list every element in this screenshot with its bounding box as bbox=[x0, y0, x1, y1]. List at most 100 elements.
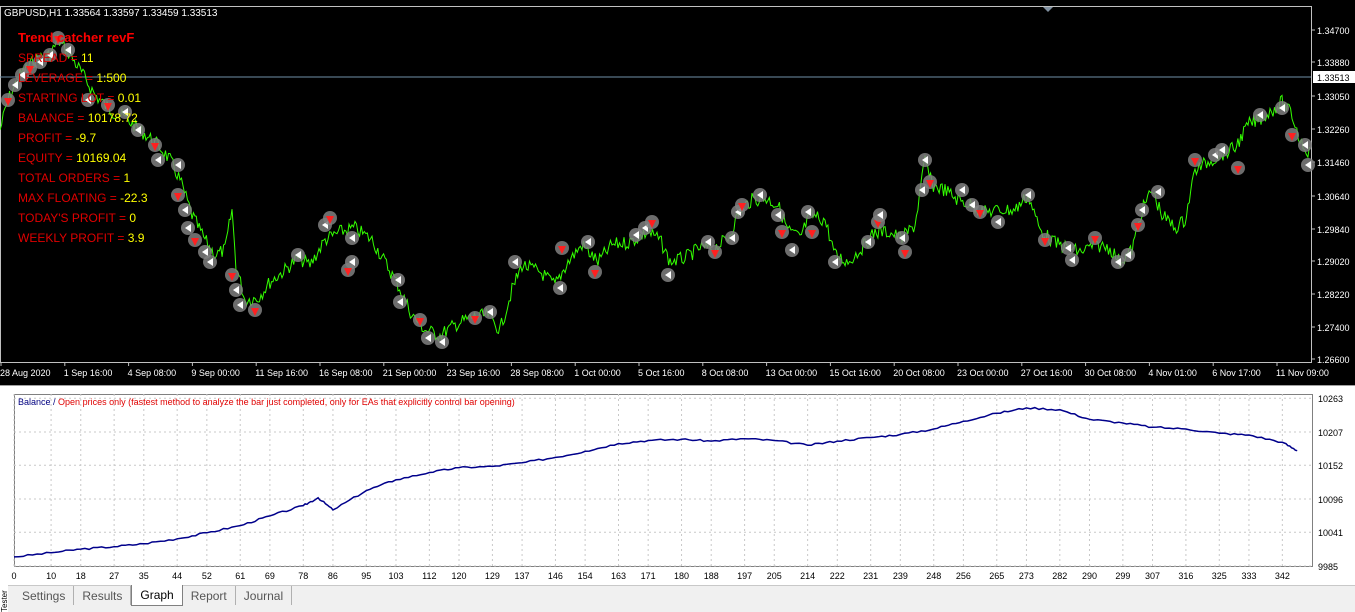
trade-marker bbox=[955, 183, 969, 197]
trade-marker bbox=[229, 283, 243, 297]
trade-marker bbox=[391, 273, 405, 287]
graph-x-label: 146 bbox=[548, 571, 563, 581]
graph-x-label: 188 bbox=[704, 571, 719, 581]
graph-x-label: 248 bbox=[926, 571, 941, 581]
trade-marker bbox=[973, 205, 987, 219]
graph-x-label: 282 bbox=[1052, 571, 1067, 581]
graph-x-label: 44 bbox=[172, 571, 182, 581]
graph-x-label: 333 bbox=[1241, 571, 1256, 581]
trade-marker bbox=[421, 331, 435, 345]
graph-x-label: 180 bbox=[674, 571, 689, 581]
price-axis-label: 1.29840 bbox=[1317, 225, 1350, 235]
trade-marker bbox=[735, 198, 749, 212]
trade-marker bbox=[785, 243, 799, 257]
stat-spread: SPREAD = 11 bbox=[18, 51, 94, 65]
graph-x-label: 18 bbox=[76, 571, 86, 581]
trade-marker bbox=[178, 203, 192, 217]
tab-results[interactable]: Results bbox=[74, 586, 132, 605]
graph-x-label: 86 bbox=[328, 571, 338, 581]
price-chart-canvas[interactable]: 1.34700 1.33880 1.33513 1.33050 1.32260 1.314… bbox=[0, 0, 1355, 385]
graph-x-label: 129 bbox=[485, 571, 500, 581]
graph-x-label: 256 bbox=[956, 571, 971, 581]
trade-marker bbox=[393, 295, 407, 309]
trade-marker bbox=[171, 158, 185, 172]
time-axis-label: 6 Nov 17:00 bbox=[1212, 368, 1261, 378]
tab-report[interactable]: Report bbox=[183, 586, 236, 605]
tab-settings[interactable]: Settings bbox=[14, 586, 75, 605]
trade-marker bbox=[233, 298, 247, 312]
trade-marker bbox=[828, 255, 842, 269]
trade-marker bbox=[588, 265, 602, 279]
trade-marker bbox=[645, 215, 659, 229]
balance-graph-canvas[interactable]: 10263 10207 10152 10096 10041 9985 0 10 18 27 35 44… bbox=[0, 386, 1355, 586]
graph-x-label: 103 bbox=[388, 571, 403, 581]
trade-marker bbox=[1231, 161, 1245, 175]
trade-marker bbox=[151, 153, 165, 167]
time-axis-label: 4 Nov 01:00 bbox=[1148, 368, 1197, 378]
price-axis-label: 1.31460 bbox=[1317, 158, 1350, 168]
trade-marker bbox=[345, 231, 359, 245]
trade-marker bbox=[1065, 253, 1079, 267]
graph-x-label: 316 bbox=[1178, 571, 1193, 581]
time-axis-label: 5 Oct 16:00 bbox=[638, 368, 685, 378]
trade-marker bbox=[708, 245, 722, 259]
legend-balance: Balance bbox=[18, 397, 51, 407]
trade-marker bbox=[1, 93, 15, 107]
trade-marker bbox=[1188, 153, 1202, 167]
trade-marker bbox=[1088, 231, 1102, 245]
price-chart[interactable]: 1.34700 1.33880 1.33513 1.33050 1.32260 1.314… bbox=[0, 0, 1355, 385]
time-axis-label: 27 Oct 16:00 bbox=[1021, 368, 1073, 378]
trade-marker bbox=[775, 225, 789, 239]
trade-marker bbox=[805, 225, 819, 239]
graph-x-label: 112 bbox=[422, 571, 436, 581]
trade-marker bbox=[753, 188, 767, 202]
graph-x-label: 120 bbox=[452, 571, 467, 581]
graph-x-label: 325 bbox=[1212, 571, 1227, 581]
graph-x-label: 273 bbox=[1019, 571, 1034, 581]
chart-symbol-title: GBPUSD,H1 1.33564 1.33597 1.33459 1.3351… bbox=[4, 8, 218, 19]
legend-model-note: Open prices only (fastest method to anal… bbox=[58, 397, 515, 407]
tab-journal[interactable]: Journal bbox=[236, 586, 293, 605]
time-axis-label: 28 Aug 2020 bbox=[0, 368, 51, 378]
trade-marker bbox=[181, 221, 195, 235]
graph-x-label: 197 bbox=[737, 571, 752, 581]
stat-balance: BALANCE = 10178.72 bbox=[18, 111, 138, 125]
graph-x-label: 239 bbox=[893, 571, 908, 581]
trade-marker bbox=[661, 268, 675, 282]
time-axis-label: 8 Oct 08:00 bbox=[702, 368, 749, 378]
tab-graph[interactable]: Graph bbox=[131, 585, 183, 606]
price-axis-label: 1.32260 bbox=[1317, 125, 1350, 135]
graph-x-label: 171 bbox=[641, 571, 656, 581]
legend-separator: / bbox=[50, 397, 59, 407]
trade-marker bbox=[771, 208, 785, 222]
time-axis-label: 21 Sep 00:00 bbox=[383, 368, 437, 378]
trade-marker bbox=[1298, 138, 1312, 152]
graph-x-label: 342 bbox=[1275, 571, 1290, 581]
time-axis-label: 30 Oct 08:00 bbox=[1085, 368, 1137, 378]
trade-marker bbox=[1275, 101, 1289, 115]
trade-marker bbox=[291, 248, 305, 262]
time-axis-label: 15 Oct 16:00 bbox=[829, 368, 881, 378]
graph-x-label: 214 bbox=[800, 571, 815, 581]
balance-graph[interactable]: 10263 10207 10152 10096 10041 9985 0 10 18 27 35 44… bbox=[0, 385, 1355, 585]
trade-marker bbox=[1253, 108, 1267, 122]
trade-marker bbox=[801, 205, 815, 219]
time-axis-label: 4 Sep 08:00 bbox=[128, 368, 177, 378]
stat-equity: EQUITY = 10169.04 bbox=[18, 151, 127, 165]
graph-frame bbox=[14, 394, 1313, 567]
trade-marker bbox=[188, 233, 202, 247]
stat-profit: PROFIT = -9.7 bbox=[18, 131, 97, 145]
stat-todays-profit: TODAY'S PROFIT = 0 bbox=[18, 211, 137, 225]
time-axis-label: 1 Sep 16:00 bbox=[64, 368, 113, 378]
graph-x-label: 222 bbox=[830, 571, 845, 581]
graph-x-label: 307 bbox=[1145, 571, 1160, 581]
trade-marker bbox=[171, 188, 185, 202]
trade-marker bbox=[1038, 233, 1052, 247]
trade-marker bbox=[1021, 188, 1035, 202]
trade-marker bbox=[203, 255, 217, 269]
stat-weekly-profit: WEEKLY PROFIT = 3.9 bbox=[18, 231, 145, 245]
trade-marker bbox=[1301, 158, 1315, 172]
graph-y-label: 10096 bbox=[1318, 495, 1343, 505]
trade-marker bbox=[873, 208, 887, 222]
graph-x-label: 61 bbox=[235, 571, 245, 581]
